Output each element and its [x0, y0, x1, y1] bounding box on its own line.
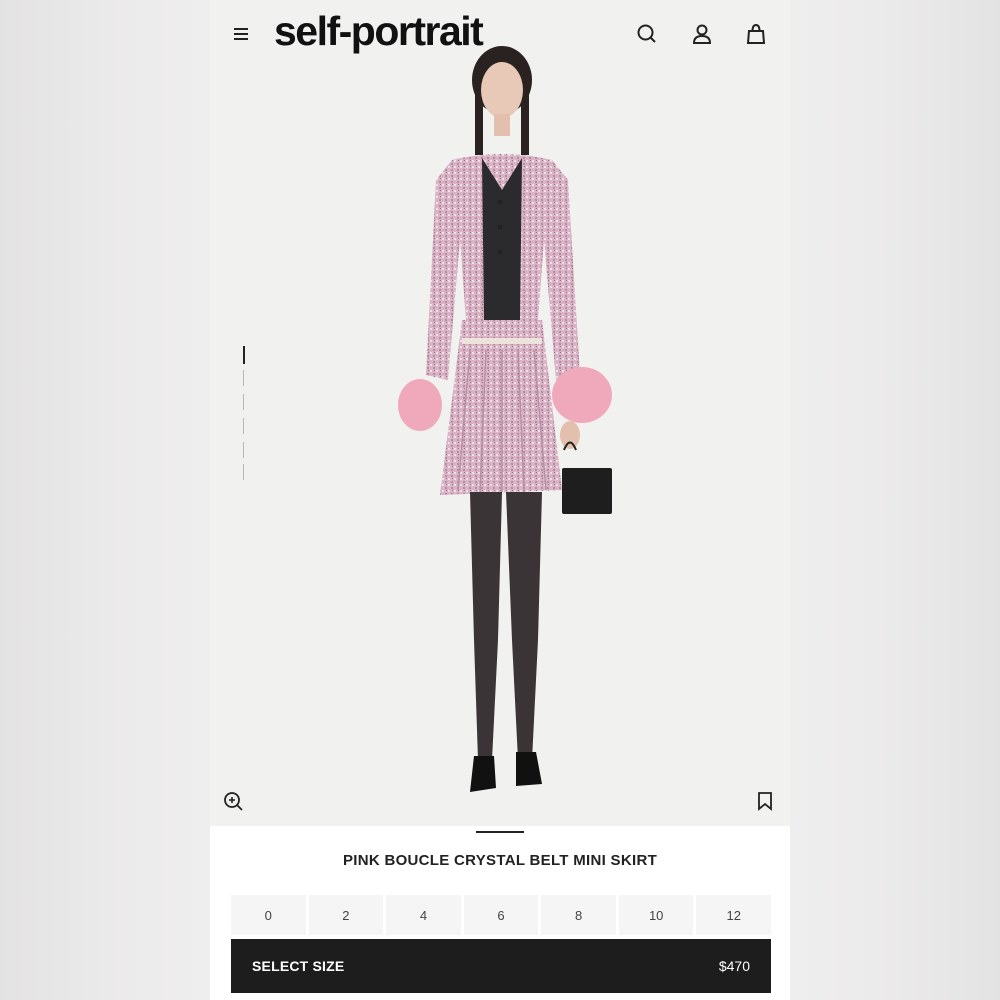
gallery-indicator-item[interactable] [243, 394, 244, 410]
gallery-indicator-item[interactable] [243, 418, 244, 434]
mobile-screen: self-portrait PINK BOUCLE CRYSTAL BELT M… [210, 0, 790, 1000]
background-right [790, 0, 1000, 1000]
product-title: PINK BOUCLE CRYSTAL BELT MINI SKIRT [342, 852, 658, 869]
size-option[interactable]: 10 [618, 895, 694, 935]
site-header: self-portrait [210, 0, 790, 70]
gallery-indicator-item[interactable] [243, 464, 244, 480]
bookmark-icon[interactable] [755, 790, 775, 812]
size-selector: 0 2 4 6 8 10 12 [231, 895, 772, 935]
account-icon[interactable] [690, 22, 714, 46]
bag-icon[interactable] [744, 22, 768, 46]
search-icon[interactable] [635, 22, 659, 46]
size-option[interactable]: 8 [541, 895, 616, 935]
select-size-label: SELECT SIZE [252, 958, 345, 974]
size-option[interactable]: 12 [696, 895, 772, 935]
size-option[interactable]: 2 [308, 895, 384, 935]
select-size-button[interactable]: SELECT SIZE $470 [231, 939, 771, 993]
model-figure [398, 46, 612, 792]
gallery-indicator-item[interactable] [243, 442, 244, 458]
sheet-handle[interactable] [476, 831, 524, 833]
size-option[interactable]: 0 [231, 895, 306, 935]
size-option[interactable]: 4 [386, 895, 461, 935]
brand-logo[interactable]: self-portrait [274, 8, 484, 55]
size-option[interactable]: 6 [463, 895, 539, 935]
gallery-indicator[interactable] [243, 346, 247, 482]
menu-icon[interactable] [232, 24, 254, 44]
product-price: $470 [718, 958, 750, 974]
product-image[interactable] [210, 0, 790, 826]
background-left [0, 0, 210, 1000]
gallery-indicator-item[interactable] [243, 370, 244, 386]
gallery-indicator-active[interactable] [243, 346, 245, 364]
zoom-icon[interactable] [222, 790, 244, 812]
